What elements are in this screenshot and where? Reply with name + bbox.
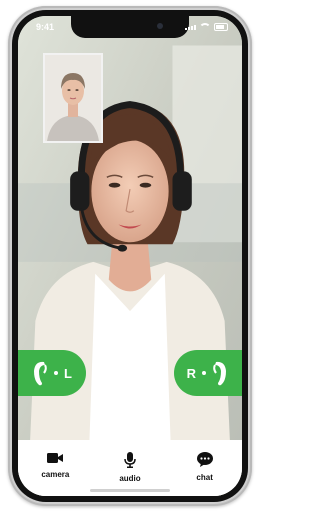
camera-button[interactable]: camera <box>25 452 85 479</box>
audio-button[interactable]: audio <box>100 452 160 483</box>
wifi-icon <box>199 23 211 31</box>
phone-frame: 9:41 L R camera audio chat <box>8 6 252 506</box>
left-hearing-aid-button[interactable]: L <box>18 350 86 396</box>
signal-icon <box>185 24 196 30</box>
right-ear-label: R <box>186 365 196 381</box>
status-icons <box>185 23 228 31</box>
camera-label: camera <box>41 470 70 479</box>
hearing-aid-left-icon <box>34 361 47 386</box>
chat-button[interactable]: chat <box>175 452 235 482</box>
front-camera <box>157 23 163 29</box>
chat-bubble-icon <box>196 452 213 467</box>
status-time: 9:41 <box>36 22 55 32</box>
microphone-icon <box>124 452 136 468</box>
audio-label: audio <box>119 474 141 483</box>
hearing-aid-right-icon <box>213 361 226 386</box>
chat-label: chat <box>196 473 213 482</box>
call-toolbar: camera audio chat <box>18 440 242 496</box>
separator-dot <box>54 371 58 375</box>
camera-icon <box>47 453 64 463</box>
self-view-video <box>45 55 101 141</box>
right-hearing-aid-button[interactable]: R <box>174 350 242 396</box>
notch <box>71 16 189 38</box>
left-ear-label: L <box>64 365 72 381</box>
call-screen: 9:41 L R camera audio chat <box>18 16 242 496</box>
home-indicator[interactable] <box>90 489 170 492</box>
phone-bezel: 9:41 L R camera audio chat <box>12 10 248 502</box>
separator-dot <box>202 371 206 375</box>
battery-icon <box>214 23 228 31</box>
self-view-thumbnail[interactable] <box>43 53 103 143</box>
